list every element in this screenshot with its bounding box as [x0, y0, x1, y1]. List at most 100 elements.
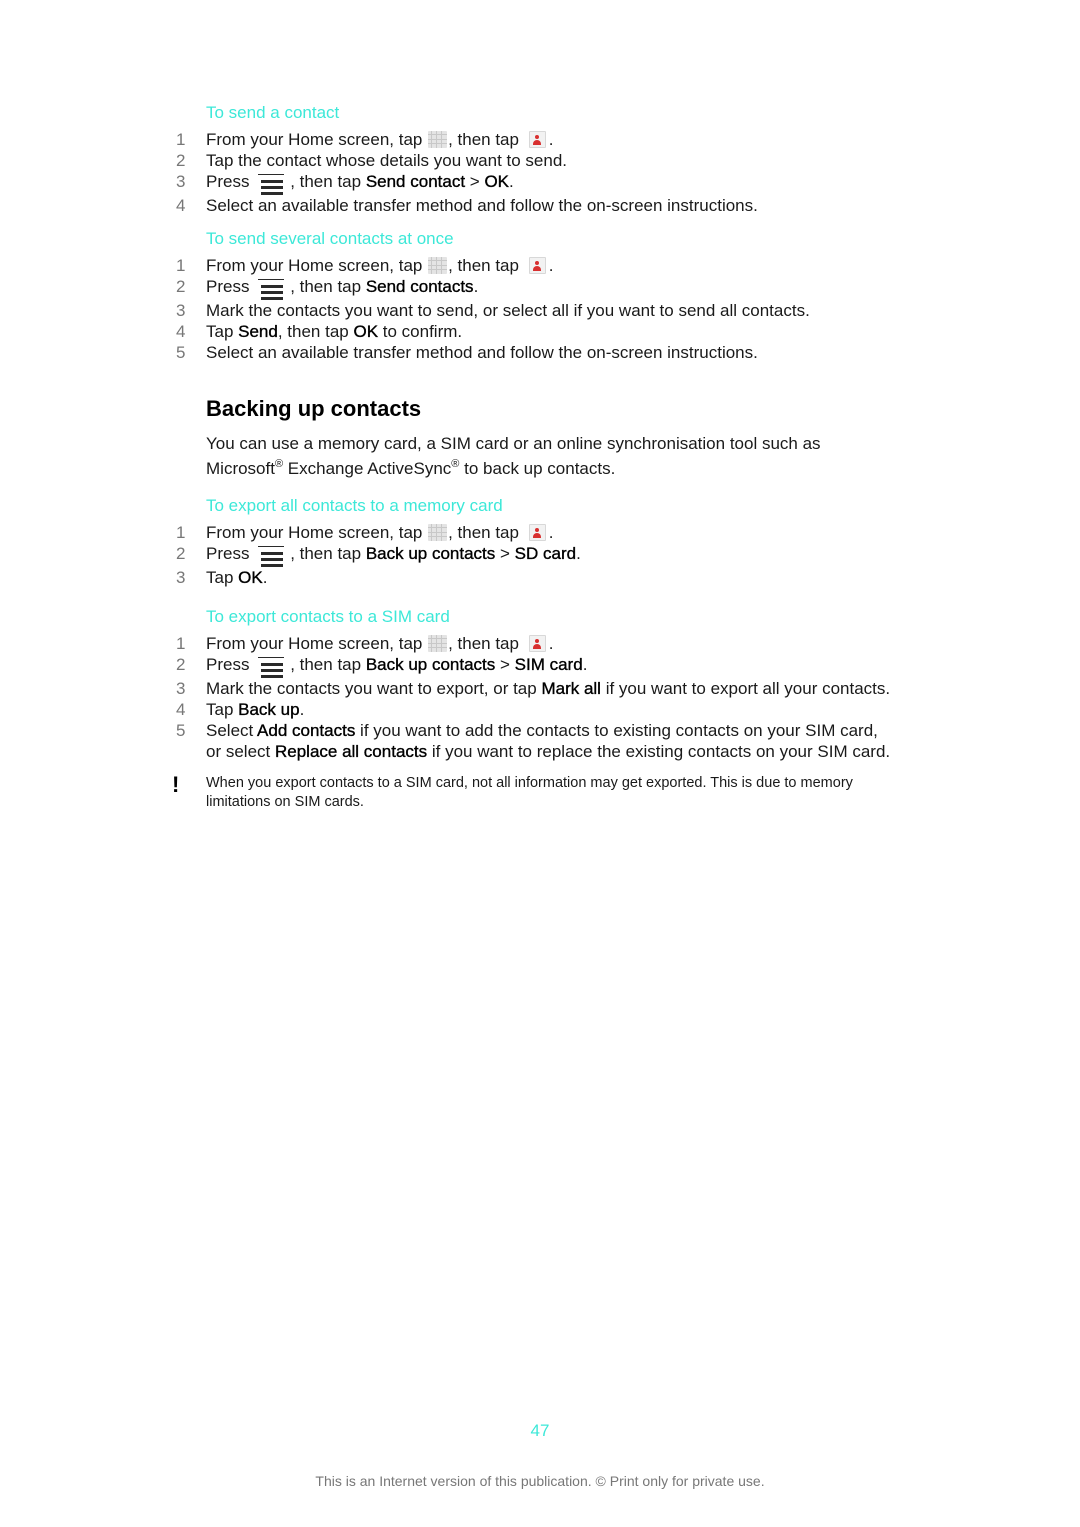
- manual-page: To send a contact 1 From your Home screen…: [0, 0, 1080, 1527]
- step-number: 5: [176, 343, 186, 362]
- export-memory-steps: 1 From your Home screen, tap , then tap .…: [172, 522, 892, 588]
- exclamation-icon: !: [172, 772, 180, 797]
- text-run: Press: [206, 544, 255, 563]
- warning-note-text: When you export contacts to a SIM card, …: [206, 775, 853, 810]
- step-item: 2 Tap the contact whose details you want …: [172, 150, 892, 171]
- ui-term: Send contacts: [365, 277, 474, 296]
- text-run: .: [576, 544, 581, 563]
- apps-icon: [428, 524, 448, 541]
- ui-term: Back up contacts: [365, 544, 496, 563]
- text-run: , then tap: [448, 634, 524, 653]
- step-number: 3: [176, 679, 186, 698]
- step-item: 5 Select an available transfer method and…: [172, 342, 892, 363]
- step-number: 5: [176, 721, 186, 740]
- step-number: 3: [176, 568, 186, 587]
- contacts-icon: [528, 524, 546, 541]
- step-number: 2: [176, 151, 186, 170]
- backing-up-section: Backing up contacts You can use a memory…: [172, 395, 892, 481]
- text-run: From your Home screen, tap: [206, 130, 428, 149]
- step-number: 1: [176, 256, 186, 275]
- step-text: Tap Back up.: [206, 700, 304, 719]
- send-contact-steps: 1 From your Home screen, tap , then tap .…: [172, 129, 892, 216]
- text-run: .: [548, 256, 554, 275]
- text-run: Exchange ActiveSync: [283, 459, 452, 478]
- footer-notice: This is an Internet version of this publ…: [315, 1473, 765, 1489]
- text-run: , then tap: [277, 322, 354, 341]
- send-several-section: To send several contacts at once 1 From y…: [172, 228, 892, 363]
- text-run: if you want to replace the existing cont…: [427, 742, 891, 761]
- step-number: 1: [176, 634, 186, 653]
- step-text: Press , then tap Back up contacts > SIM …: [206, 655, 588, 678]
- text-run: .: [548, 130, 554, 149]
- text-run: , then tap: [448, 256, 524, 275]
- step-item: 4 Tap Send, then tap OK to confirm.: [172, 321, 892, 342]
- step-item: 3 Press , then tap Send contact > OK.: [172, 171, 892, 195]
- menu-icon: [258, 656, 288, 678]
- export-memory-heading: To export all contacts to a memory card: [206, 496, 503, 515]
- step-text: From your Home screen, tap , then tap .: [206, 523, 553, 542]
- text-run: Select: [206, 721, 258, 740]
- text-run: Tap: [206, 568, 239, 587]
- page-number: 47: [530, 1421, 550, 1440]
- ui-term: Mark all: [541, 679, 601, 698]
- text-run: .: [299, 700, 305, 719]
- step-item: 1 From your Home screen, tap , then tap .: [172, 129, 892, 150]
- ui-term: Replace all contacts: [274, 742, 428, 761]
- step-text: Select an available transfer method and …: [206, 196, 758, 215]
- ui-term: OK: [484, 172, 509, 191]
- text-run: .: [473, 277, 479, 296]
- text-run: .: [509, 172, 514, 191]
- apps-icon: [428, 635, 448, 652]
- export-sim-heading: To export contacts to a SIM card: [206, 607, 450, 626]
- step-number: 1: [176, 130, 186, 149]
- step-number: 4: [176, 322, 186, 341]
- text-run: to confirm.: [378, 322, 463, 341]
- text-run: Press: [206, 172, 255, 191]
- text-run: Tap: [206, 700, 239, 719]
- page-content: To send a contact 1 From your Home screen…: [172, 100, 892, 812]
- step-item: 2 Press , then tap Back up contacts > SIM…: [172, 654, 892, 678]
- contacts-icon: [528, 257, 546, 274]
- text-run: .: [548, 523, 554, 542]
- send-contact-heading: To send a contact: [206, 103, 340, 122]
- section-title: Backing up contacts: [206, 396, 422, 421]
- step-text: Press , then tap Send contacts.: [206, 277, 479, 300]
- step-text: Mark the contacts you want to send, or s…: [206, 301, 810, 320]
- step-item: 5 Select Add contacts if you want to add …: [172, 720, 892, 762]
- step-text: From your Home screen, tap , then tap .: [206, 634, 553, 653]
- step-item: 2 Press , then tap Send contacts.: [172, 276, 892, 300]
- text-run: From your Home screen, tap: [206, 634, 428, 653]
- step-number: 3: [176, 301, 186, 320]
- step-number: 2: [176, 544, 186, 563]
- text-run: , then tap: [290, 277, 366, 296]
- ui-term: Add contacts: [257, 721, 356, 740]
- text-run: , then tap: [290, 544, 366, 563]
- ui-term: SD card: [514, 544, 577, 563]
- text-run: >: [495, 544, 515, 563]
- ui-term: Back up: [238, 700, 300, 719]
- text-run: to back up contacts.: [459, 459, 616, 478]
- send-several-heading: To send several contacts at once: [206, 229, 454, 248]
- step-item: 3 Tap OK.: [172, 567, 892, 588]
- step-item: 1 From your Home screen, tap , then tap .: [172, 255, 892, 276]
- text-run: Tap: [206, 322, 239, 341]
- step-number: 1: [176, 523, 186, 542]
- step-text: Select an available transfer method and …: [206, 343, 758, 362]
- text-run: .: [582, 655, 588, 674]
- text-run: Press: [206, 277, 255, 296]
- step-number: 2: [176, 277, 186, 296]
- contacts-icon: [528, 635, 546, 652]
- text-run: if you want to export all your contacts.: [600, 679, 891, 698]
- menu-icon: [258, 173, 288, 195]
- apps-icon: [428, 131, 448, 148]
- text-run: , then tap: [448, 523, 524, 542]
- ui-term: Send contact: [365, 172, 466, 191]
- step-text: Press , then tap Back up contacts > SD c…: [206, 544, 581, 567]
- step-item: 1 From your Home screen, tap , then tap .: [172, 633, 892, 654]
- step-number: 4: [176, 700, 186, 719]
- step-text: From your Home screen, tap , then tap .: [206, 256, 553, 275]
- step-item: 1 From your Home screen, tap , then tap .: [172, 522, 892, 543]
- step-number: 3: [176, 172, 186, 191]
- text-run: , then tap: [290, 172, 366, 191]
- warning-note: ! When you export contacts to a SIM card…: [172, 774, 892, 812]
